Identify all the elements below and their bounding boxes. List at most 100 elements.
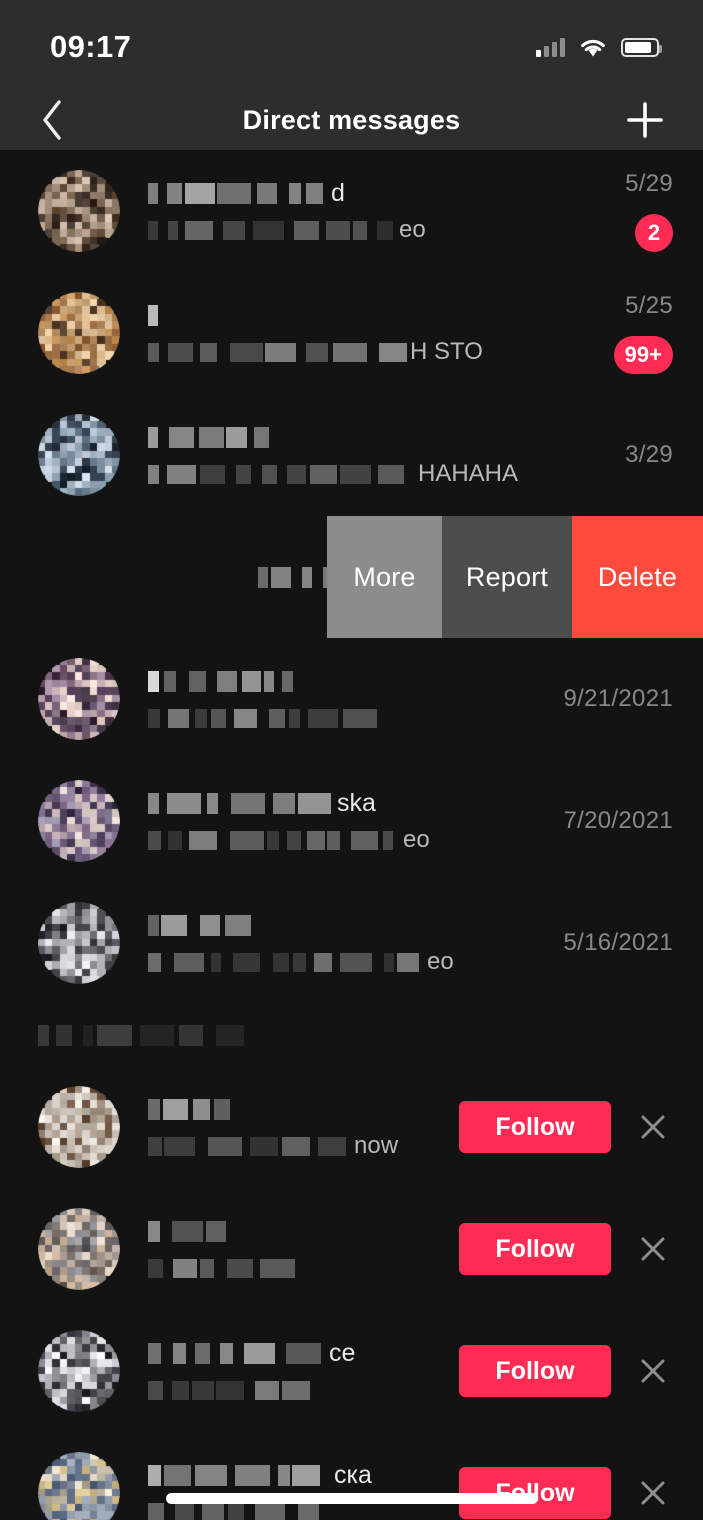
censored-text-block bbox=[314, 952, 332, 972]
censored-text-block bbox=[167, 182, 182, 204]
conversation-name: d bbox=[148, 180, 581, 205]
suggestion-row[interactable]: Follow bbox=[0, 1188, 703, 1310]
avatar[interactable] bbox=[38, 902, 120, 984]
censored-text-block bbox=[207, 792, 218, 814]
avatar[interactable] bbox=[38, 1086, 120, 1168]
suggestion-row[interactable]: ска Follow bbox=[0, 1432, 703, 1520]
conversation-text: eo bbox=[120, 914, 564, 975]
conversation-row[interactable]: 9/21/2021 bbox=[0, 638, 703, 760]
censored-text-block bbox=[333, 342, 367, 362]
avatar[interactable] bbox=[38, 1452, 120, 1520]
conversation-date: 9/21/2021 bbox=[563, 685, 673, 712]
suggestion-actions: Follow bbox=[459, 1345, 677, 1397]
censored-text-block bbox=[172, 1220, 203, 1242]
conversation-row[interactable]: d eo 5/29 2 bbox=[0, 150, 703, 272]
conversation-meta: 7/20/2021 bbox=[564, 807, 677, 835]
visible-text-fragment: eo bbox=[427, 948, 454, 975]
status-bar-clock: 09:17 bbox=[50, 29, 132, 64]
censored-text-block bbox=[148, 1380, 163, 1400]
censored-text-block bbox=[282, 1136, 310, 1156]
conversation-date: 5/29 bbox=[625, 170, 673, 197]
censored-text-block bbox=[164, 1464, 191, 1486]
censored-text-block bbox=[189, 670, 206, 692]
status-bar: 09:17 bbox=[0, 0, 703, 90]
censored-text-block bbox=[97, 1024, 132, 1046]
direct-messages-list[interactable]: d eo 5/29 2 H STO 5/25 99+ HAHAHA 3/29 M… bbox=[0, 150, 703, 1520]
censored-text-block bbox=[302, 566, 312, 588]
suggestion-name bbox=[148, 1098, 459, 1120]
swipe-delete-button[interactable]: Delete bbox=[572, 516, 703, 638]
conversation-name bbox=[148, 304, 581, 326]
chevron-left-icon bbox=[43, 100, 61, 140]
censored-text-block bbox=[383, 830, 393, 850]
censored-text-block bbox=[267, 830, 279, 850]
swipe-report-button[interactable]: Report bbox=[442, 516, 572, 638]
suggestion-row[interactable]: now Follow bbox=[0, 1066, 703, 1188]
close-icon bbox=[641, 1237, 665, 1261]
avatar[interactable] bbox=[38, 1330, 120, 1412]
censored-text-block bbox=[148, 1136, 162, 1156]
avatar[interactable] bbox=[38, 1208, 120, 1290]
suggestion-text: ce bbox=[120, 1340, 459, 1400]
dismiss-suggestion-button[interactable] bbox=[629, 1103, 677, 1151]
censored-text-block bbox=[255, 1502, 285, 1520]
censored-text-block bbox=[167, 792, 201, 814]
censored-text-block bbox=[292, 1464, 320, 1486]
censored-text-block bbox=[148, 708, 160, 728]
suggestion-text: now bbox=[120, 1098, 459, 1158]
censored-text-block bbox=[185, 182, 215, 204]
conversation-text bbox=[120, 670, 564, 728]
conversation-row-swiped[interactable]: More Report Delete bbox=[0, 516, 703, 638]
follow-button[interactable]: Follow bbox=[459, 1223, 611, 1275]
back-button[interactable] bbox=[28, 96, 76, 144]
avatar[interactable] bbox=[38, 170, 120, 252]
censored-text-block bbox=[351, 830, 378, 850]
dismiss-suggestion-button[interactable] bbox=[629, 1225, 677, 1273]
conversation-row[interactable]: ska eo 7/20/2021 bbox=[0, 760, 703, 882]
suggestion-row[interactable]: ce Follow bbox=[0, 1310, 703, 1432]
avatar[interactable] bbox=[38, 414, 120, 496]
censored-text-block bbox=[148, 1464, 161, 1486]
new-message-button[interactable] bbox=[621, 96, 669, 144]
avatar[interactable] bbox=[38, 292, 120, 374]
censored-text-block bbox=[273, 952, 289, 972]
swipe-more-button[interactable]: More bbox=[327, 516, 442, 638]
avatar[interactable] bbox=[38, 780, 120, 862]
dismiss-suggestion-button[interactable] bbox=[629, 1347, 677, 1395]
avatar[interactable] bbox=[38, 658, 120, 740]
conversation-row[interactable]: HAHAHA 3/29 bbox=[0, 394, 703, 516]
censored-text-block bbox=[169, 426, 194, 448]
censored-text-block bbox=[168, 342, 193, 362]
censored-text-block bbox=[340, 952, 372, 972]
follow-button[interactable]: Follow bbox=[459, 1101, 611, 1153]
censored-text-block bbox=[161, 914, 187, 936]
censored-text-block bbox=[271, 566, 291, 588]
conversation-text: H STO bbox=[120, 304, 581, 364]
conversation-row[interactable]: H STO 5/25 99+ bbox=[0, 272, 703, 394]
censored-text-block bbox=[168, 708, 189, 728]
conversation-preview: H STO bbox=[148, 340, 581, 364]
conversation-row[interactable]: eo 5/16/2021 bbox=[0, 882, 703, 1004]
close-icon bbox=[641, 1481, 665, 1505]
conversation-date: 5/16/2021 bbox=[563, 929, 673, 956]
censored-text-block bbox=[148, 426, 158, 448]
censored-text-block bbox=[318, 1136, 346, 1156]
conversation-preview: eo bbox=[148, 828, 564, 852]
censored-text-block bbox=[206, 1220, 226, 1242]
censored-text-block bbox=[287, 464, 306, 484]
censored-text-block bbox=[257, 182, 277, 204]
censored-text-block bbox=[195, 1342, 210, 1364]
censored-text-block bbox=[164, 670, 176, 692]
censored-text-block bbox=[148, 1220, 160, 1242]
follow-button[interactable]: Follow bbox=[459, 1345, 611, 1397]
conversation-meta: 5/29 2 bbox=[581, 170, 677, 252]
dismiss-suggestion-button[interactable] bbox=[629, 1469, 677, 1517]
swipe-action-panel[interactable]: More Report Delete bbox=[327, 516, 703, 638]
censored-text-block bbox=[273, 792, 295, 814]
conversation-name bbox=[148, 670, 564, 692]
conversation-meta: 3/29 bbox=[581, 441, 677, 469]
conversation-preview bbox=[148, 708, 564, 728]
censored-text-block bbox=[282, 1380, 310, 1400]
censored-text-block bbox=[148, 670, 159, 692]
wifi-icon bbox=[579, 37, 607, 58]
